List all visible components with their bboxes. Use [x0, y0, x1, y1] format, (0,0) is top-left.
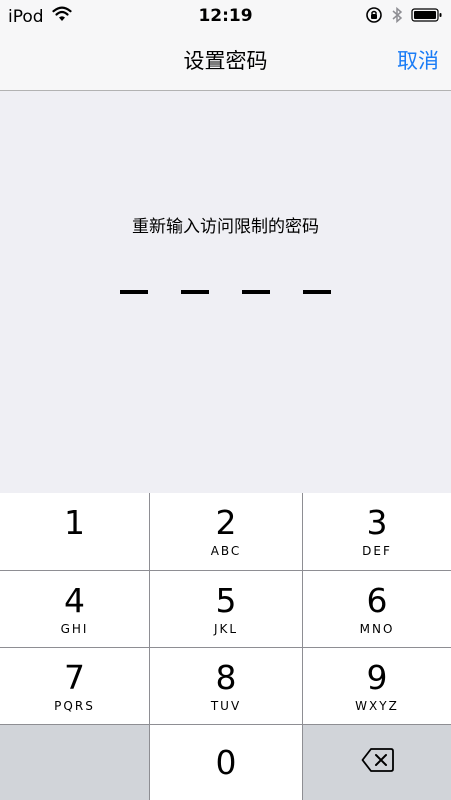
key-letters: WXYZ	[355, 699, 399, 713]
passcode-slot-2	[181, 290, 209, 294]
key-letters: GHI	[60, 622, 89, 636]
key-letters: MNO	[359, 622, 395, 636]
key-digit: 5	[215, 581, 237, 620]
delete-button[interactable]	[303, 725, 451, 800]
key-digit: 0	[215, 743, 237, 782]
key-letters: JKL	[213, 622, 239, 636]
key-digit: 2	[215, 503, 237, 542]
battery-icon	[411, 7, 443, 27]
status-bar: iPod 12:19	[0, 0, 451, 40]
page-title: 设置密码	[183, 49, 268, 73]
cancel-button[interactable]: 取消	[397, 46, 439, 76]
key-digit: 3	[366, 503, 388, 542]
backspace-icon	[361, 747, 395, 777]
key-blank	[0, 725, 149, 800]
key-2[interactable]: 2 ABC	[150, 493, 302, 570]
key-digit: 4	[64, 581, 85, 620]
key-digit: 1	[64, 503, 85, 542]
key-digit: 6	[366, 581, 388, 620]
passcode-slot-3	[242, 290, 270, 294]
passcode-slot-4	[303, 290, 331, 294]
passcode-slot-1	[120, 290, 148, 294]
key-9[interactable]: 9 WXYZ	[303, 648, 451, 724]
key-4[interactable]: 4 GHI	[0, 571, 149, 647]
navigation-bar: 设置密码 取消	[0, 40, 451, 91]
numeric-keypad: 1 2 ABC 3 DEF 4 GHI 5 JKL 6 MNO 7 PQRS 8…	[0, 493, 451, 800]
orientation-lock-icon	[365, 6, 383, 28]
key-0[interactable]: 0	[150, 725, 302, 800]
key-letters: ABC	[210, 544, 242, 558]
key-digit: 7	[64, 658, 85, 697]
key-3[interactable]: 3 DEF	[303, 493, 451, 570]
key-6[interactable]: 6 MNO	[303, 571, 451, 647]
key-8[interactable]: 8 TUV	[150, 648, 302, 724]
key-5[interactable]: 5 JKL	[150, 571, 302, 647]
bluetooth-icon	[391, 6, 403, 28]
key-digit: 8	[215, 658, 237, 697]
status-right	[365, 6, 443, 28]
key-letters: TUV	[210, 699, 242, 713]
key-digit: 9	[366, 658, 388, 697]
key-1[interactable]: 1	[0, 493, 149, 570]
key-7[interactable]: 7 PQRS	[0, 648, 149, 724]
key-letters: PQRS	[54, 699, 95, 713]
key-letters: DEF	[362, 544, 392, 558]
passcode-prompt: 重新输入访问限制的密码	[132, 217, 319, 237]
